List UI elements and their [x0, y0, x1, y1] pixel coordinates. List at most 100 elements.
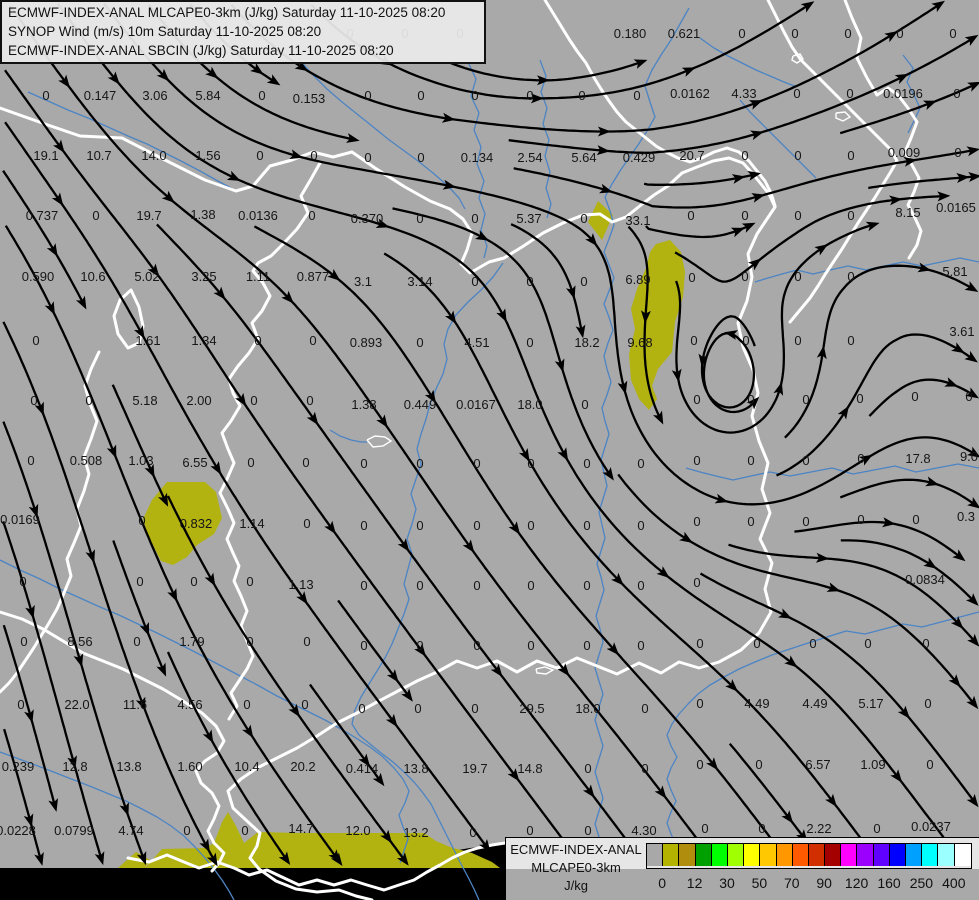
map-value-label: 0: [864, 636, 871, 651]
map-value-label: 0.134: [461, 150, 494, 165]
map-value-label: 0.414: [346, 761, 379, 776]
map-value-label: 0: [926, 757, 933, 772]
legend-tick-label: 120: [844, 875, 869, 891]
map-value-label: 0: [310, 148, 317, 163]
map-value-label: 0: [526, 88, 533, 103]
map-value-label: 0: [138, 513, 145, 528]
map-value-label: 20.2: [290, 759, 315, 774]
legend-tick-label: 160: [877, 875, 901, 891]
map-value-label: 12.0: [345, 823, 370, 838]
map-value-label: 0.0169: [0, 512, 40, 527]
map-value-label: 0: [583, 638, 590, 653]
map-value-label: 0: [965, 389, 972, 404]
map-value-label: 0: [358, 701, 365, 716]
map-value-label: 1.56: [195, 148, 220, 163]
map-value-label: 9.0: [960, 449, 978, 464]
map-value-label: 0: [471, 211, 478, 226]
map-value-label: 0: [949, 26, 956, 41]
map-value-label: 0: [912, 512, 919, 527]
legend-color-cell: [727, 844, 745, 866]
map-value-label: 0: [85, 393, 92, 408]
map-value-label: 1.03: [128, 453, 153, 468]
map-value-label: 0: [580, 274, 587, 289]
map-value-label: 0: [701, 821, 708, 836]
legend-unit: J/kg: [564, 878, 588, 893]
map-value-label: 1.79: [179, 634, 204, 649]
map-value-label: 0: [306, 393, 313, 408]
map-value-label: 0: [254, 333, 261, 348]
map-svg: 0000.1800.6210000000.1473.065.8400.15300…: [0, 0, 979, 900]
map-value-label: 0: [637, 638, 644, 653]
map-value-label: 0.0196: [883, 86, 923, 101]
legend-color-cell: [938, 844, 955, 866]
map-value-label: 8.15: [895, 205, 920, 220]
map-value-label: 0.590: [22, 269, 55, 284]
legend-tick-label: 400: [942, 875, 966, 891]
legend-text-block: ECMWF-INDEX-ANAL MLCAPE0-3km J/kg: [510, 841, 642, 895]
map-value-label: 0: [183, 823, 190, 838]
title-line-sbcin: ECMWF-INDEX-ANAL SBCIN (J/kg) Saturday 1…: [8, 43, 394, 58]
map-value-label: 0.0165: [936, 200, 976, 215]
map-value-label: 0: [136, 574, 143, 589]
map-value-label: 0: [416, 638, 423, 653]
map-value-label: 20.7: [679, 148, 704, 163]
map-value-label: 0: [473, 578, 480, 593]
map-value-label: 0.180: [614, 26, 647, 41]
map-value-label: 0: [32, 333, 39, 348]
map-value-label: 0: [364, 88, 371, 103]
map-value-label: 0: [758, 821, 765, 836]
map-value-label: 4.51: [464, 335, 489, 350]
map-value-label: 0: [693, 575, 700, 590]
map-value-label: 0: [581, 397, 588, 412]
map-value-label: 0: [303, 634, 310, 649]
legend-color-cell: [663, 844, 680, 866]
map-value-label: 5.37: [516, 211, 541, 226]
map-value-label: 0: [416, 578, 423, 593]
map-value-label: 0.0228: [0, 823, 36, 838]
map-value-label: 19.1: [33, 148, 58, 163]
legend-color-cell: [857, 844, 874, 866]
map-value-label: 0: [473, 518, 480, 533]
map-value-label: 6.89: [625, 272, 650, 287]
map-value-label: 0: [471, 88, 478, 103]
map-value-label: 0: [873, 821, 880, 836]
legend-color-cell: [776, 844, 793, 866]
map-value-label: 0: [243, 697, 250, 712]
map-value-label: 4.56: [177, 697, 202, 712]
legend-color-cell: [792, 844, 809, 866]
map-value-label: 0: [360, 638, 367, 653]
map-value-label: 0: [924, 696, 931, 711]
map-value-label: 12.8: [62, 759, 87, 774]
map-value-label: 0: [856, 391, 863, 406]
map-value-label: 0: [416, 518, 423, 533]
map-value-label: 2.22: [806, 821, 831, 836]
map-value-label: 0: [250, 393, 257, 408]
map-value-label: 4.74: [118, 823, 143, 838]
map-value-label: 14.7: [288, 821, 313, 836]
map-value-label: 0: [633, 88, 640, 103]
map-value-label: 0: [637, 578, 644, 593]
map-value-label: 0: [17, 697, 24, 712]
map-value-label: 0: [747, 514, 754, 529]
legend-color-cell: [922, 844, 939, 866]
map-value-label: 0: [584, 761, 591, 776]
map-value-label: 0: [847, 148, 854, 163]
weather-map-page: 0000.1800.6210000000.1473.065.8400.15300…: [0, 0, 979, 900]
map-value-label: 0: [42, 88, 49, 103]
map-value-label: 5.02: [134, 269, 159, 284]
map-value-label: 0.737: [26, 208, 59, 223]
map-value-label: 0: [846, 86, 853, 101]
map-value-label: 1.13: [288, 577, 313, 592]
map-value-label: 0: [857, 451, 864, 466]
map-value-label: 0.893: [350, 335, 383, 350]
map-value-label: 0: [469, 825, 476, 840]
map-value-label: 0: [133, 634, 140, 649]
map-value-label: 0: [857, 512, 864, 527]
legend-tick-label: 0: [658, 875, 667, 891]
map-value-label: 0: [687, 208, 694, 223]
map-value-label: 0: [954, 145, 961, 160]
map-value-label: 0: [809, 636, 816, 651]
map-value-label: 0: [527, 518, 534, 533]
map-value-label: 0: [637, 518, 644, 533]
map-value-label: 0: [360, 518, 367, 533]
